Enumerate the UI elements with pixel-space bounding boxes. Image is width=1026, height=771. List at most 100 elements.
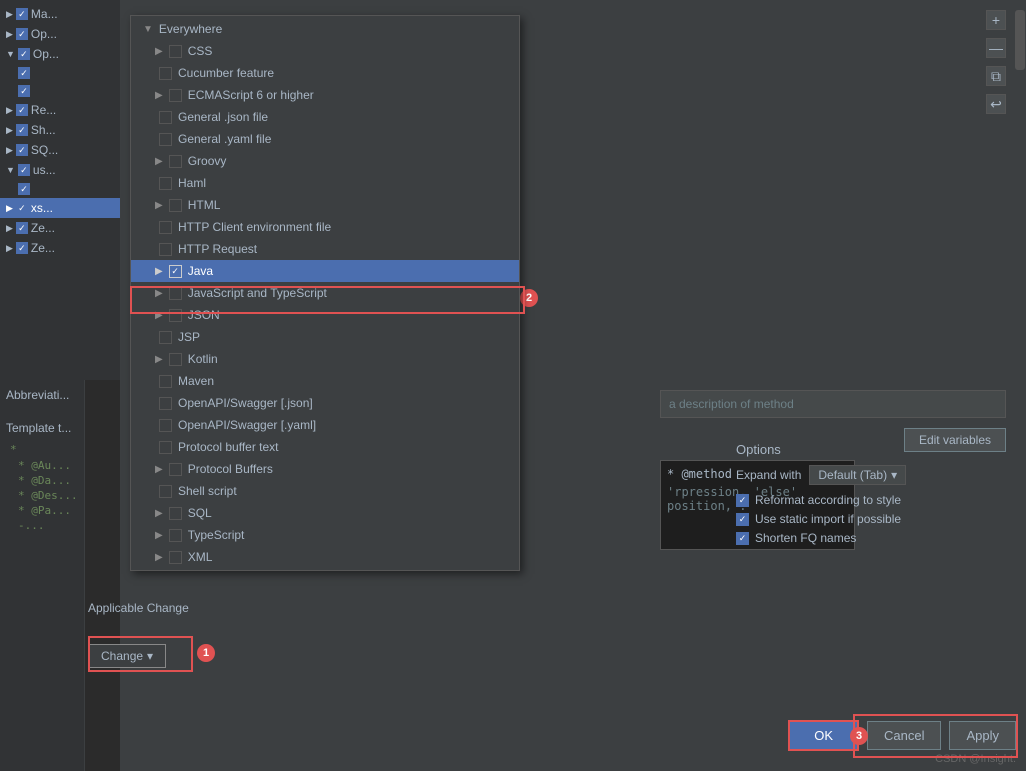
ok-button[interactable]: OK [788, 720, 859, 751]
checkbox-ma[interactable]: ✓ [16, 8, 28, 20]
scrollbar-thumb[interactable] [1015, 10, 1025, 70]
checkbox-haml[interactable] [159, 177, 172, 190]
dropdown-item-sql[interactable]: ▶ SQL [131, 502, 519, 524]
tree-item-us-sub[interactable]: ✓ [0, 180, 120, 198]
expand-arrow: ▶ [6, 243, 13, 254]
checkbox-ze2[interactable]: ✓ [16, 242, 28, 254]
tree-label-ze2: Ze... [31, 241, 55, 255]
list-item: -... [6, 518, 114, 533]
dropdown-item-shell[interactable]: Shell script [131, 480, 519, 502]
dropdown-label-http-req: HTTP Request [178, 242, 257, 256]
checkbox-openapi-json[interactable] [159, 397, 172, 410]
dropdown-item-http-env[interactable]: HTTP Client environment file [131, 216, 519, 238]
dropdown-item-openapi-yaml[interactable]: OpenAPI/Swagger [.yaml] [131, 414, 519, 436]
checkbox-typescript[interactable] [169, 529, 182, 542]
cancel-button[interactable]: Cancel [867, 721, 941, 750]
tree-item-xs[interactable]: ▶ ✓ xs... [0, 198, 120, 218]
expand-with-select[interactable]: Default (Tab) ▾ [809, 465, 906, 485]
dropdown-item-yaml[interactable]: General .yaml file [131, 128, 519, 150]
dropdown-item-http-req[interactable]: HTTP Request [131, 238, 519, 260]
checkbox-html[interactable] [169, 199, 182, 212]
tree-item-ma[interactable]: ▶ ✓ Ma... [0, 4, 120, 24]
checkbox-shell[interactable] [159, 485, 172, 498]
dropdown-header-item[interactable]: ▼ Everywhere [131, 18, 519, 40]
copy-button[interactable]: ⧉ [986, 66, 1006, 86]
checkbox-http-env[interactable] [159, 221, 172, 234]
checkbox-proto-buffers[interactable] [169, 463, 182, 476]
dropdown-item-kotlin[interactable]: ▶ Kotlin [131, 348, 519, 370]
dropdown-item-ecma[interactable]: ▶ ECMAScript 6 or higher [131, 84, 519, 106]
checkbox-openapi-yaml[interactable] [159, 419, 172, 432]
dropdown-item-proto-buffers[interactable]: ▶ Protocol Buffers [131, 458, 519, 480]
checkbox-sql[interactable] [169, 507, 182, 520]
checkbox-maven[interactable] [159, 375, 172, 388]
tree-label-sq: SQ... [31, 143, 58, 157]
dialog-buttons: OK Cancel Apply [788, 720, 1016, 751]
tree-item-op1[interactable]: ▶ ✓ Op... [0, 24, 120, 44]
tree-item-sq[interactable]: ▶ ✓ SQ... [0, 140, 120, 160]
undo-button[interactable]: ↩ [986, 94, 1006, 114]
dropdown-label-js-ts: JavaScript and TypeScript [188, 286, 327, 300]
change-button[interactable]: Change ▾ [88, 644, 166, 668]
tree-item-sub2[interactable]: ✓ [0, 82, 120, 100]
checkbox-groovy[interactable] [169, 155, 182, 168]
checkbox-sh[interactable]: ✓ [16, 124, 28, 136]
checkbox-kotlin[interactable] [169, 353, 182, 366]
checkbox-js-ts[interactable] [169, 287, 182, 300]
checkbox-proto-text[interactable] [159, 441, 172, 454]
checkbox-re[interactable]: ✓ [16, 104, 28, 116]
checkbox-css[interactable] [169, 45, 182, 58]
tree-item-us[interactable]: ▼ ✓ us... [0, 160, 120, 180]
checkbox-java[interactable]: ✓ [169, 265, 182, 278]
dropdown-item-groovy[interactable]: ▶ Groovy [131, 150, 519, 172]
dropdown-item-typescript[interactable]: ▶ TypeScript [131, 524, 519, 546]
tree-item-sub1[interactable]: ✓ [0, 64, 120, 82]
scrollbar[interactable] [1012, 0, 1026, 380]
checkbox-json-type[interactable] [169, 309, 182, 322]
checkbox-cucumber[interactable] [159, 67, 172, 80]
dropdown-item-java[interactable]: ▶ ✓ Java [131, 260, 519, 282]
checkbox-sub1[interactable]: ✓ [18, 67, 30, 79]
tree-item-ze2[interactable]: ▶ ✓ Ze... [0, 238, 120, 258]
checkbox-jsp[interactable] [159, 331, 172, 344]
dropdown-item-json[interactable]: General .json file [131, 106, 519, 128]
checkbox-op1[interactable]: ✓ [16, 28, 28, 40]
dropdown-item-maven[interactable]: Maven [131, 370, 519, 392]
dropdown-item-css[interactable]: ▶ CSS [131, 40, 519, 62]
tree-item-re[interactable]: ▶ ✓ Re... [0, 100, 120, 120]
template-list: * * @Au... * @Da... * @Des... * @Pa... -… [6, 439, 114, 535]
checkbox-yaml-file[interactable] [159, 133, 172, 146]
checkbox-xs[interactable]: ✓ [16, 202, 28, 214]
reformat-checkbox[interactable]: ✓ [736, 494, 749, 507]
dropdown-item-js-ts[interactable]: ▶ JavaScript and TypeScript [131, 282, 519, 304]
checkbox-json-file[interactable] [159, 111, 172, 124]
shorten-fq-checkbox[interactable]: ✓ [736, 532, 749, 545]
dropdown-item-proto-text[interactable]: Protocol buffer text [131, 436, 519, 458]
expand-arrow: ▼ [6, 165, 15, 175]
tree-item-sh[interactable]: ▶ ✓ Sh... [0, 120, 120, 140]
dropdown-item-haml[interactable]: Haml [131, 172, 519, 194]
checkbox-op2[interactable]: ✓ [18, 48, 30, 60]
checkbox-sub2[interactable]: ✓ [18, 85, 30, 97]
checkbox-us[interactable]: ✓ [18, 164, 30, 176]
apply-button[interactable]: Apply [949, 721, 1016, 750]
dropdown-item-cucumber[interactable]: Cucumber feature [131, 62, 519, 84]
dropdown-item-jsp[interactable]: JSP [131, 326, 519, 348]
tree-item-ze1[interactable]: ▶ ✓ Ze... [0, 218, 120, 238]
checkbox-ze1[interactable]: ✓ [16, 222, 28, 234]
tree-item-op2[interactable]: ▼ ✓ Op... [0, 44, 120, 64]
add-button[interactable]: + [986, 10, 1006, 30]
dropdown-label-json-file: General .json file [178, 110, 268, 124]
dropdown-item-xml[interactable]: ▶ XML [131, 546, 519, 568]
checkbox-sq[interactable]: ✓ [16, 144, 28, 156]
checkbox-ecma[interactable] [169, 89, 182, 102]
checkbox-http-req[interactable] [159, 243, 172, 256]
dropdown-item-html[interactable]: ▶ HTML [131, 194, 519, 216]
remove-button[interactable]: — [986, 38, 1006, 58]
checkbox-us-sub[interactable]: ✓ [18, 183, 30, 195]
dropdown-item-json-type[interactable]: ▶ JSON [131, 304, 519, 326]
checkbox-xml[interactable] [169, 551, 182, 564]
static-import-checkbox[interactable]: ✓ [736, 513, 749, 526]
dropdown-label-http-env: HTTP Client environment file [178, 220, 331, 234]
dropdown-item-openapi-json[interactable]: OpenAPI/Swagger [.json] [131, 392, 519, 414]
